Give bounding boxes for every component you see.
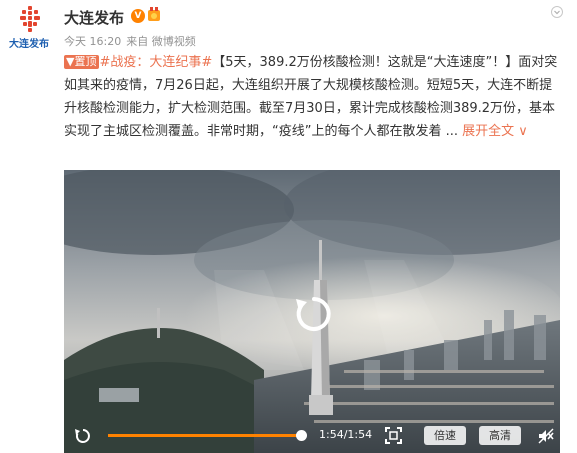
pinned-tag: ▼置顶 [64,55,100,69]
post-meta: 今天 16:20 来自 微博视频 [64,33,201,49]
video-controls: 1:54/1:54 倍速 高清 [64,419,560,453]
replay-big-icon[interactable] [293,293,335,335]
chevron-down-icon[interactable] [551,6,563,18]
post-time[interactable]: 今天 16:20 [64,35,121,48]
fullscreen-icon[interactable] [385,427,402,444]
progress-bar[interactable] [108,430,307,441]
progress-handle[interactable] [296,430,307,441]
mute-icon[interactable] [538,428,554,444]
pinned-label: 置顶 [74,55,97,68]
expand-label: 展开全文 [462,124,515,139]
avatar[interactable]: 大连发布 [7,6,51,50]
expand-link[interactable]: 展开全文 ∨ [462,124,528,139]
dalian-logo-mark-icon [20,6,40,32]
medal-badge-icon [148,7,160,21]
time-display: 1:54/1:54 [319,428,373,441]
account-name[interactable]: 大连发布 [64,7,124,28]
quality-button[interactable]: 高清 [479,426,521,445]
progress-fill [108,434,301,437]
replay-icon[interactable] [74,427,92,445]
avatar-logo-text: 大连发布 [9,39,49,50]
post-text: ▼置顶 #战疫：大连纪事#【5天，389.2万份核酸检测！这就是“大连速度”！】面… [64,51,564,143]
expand-chevron-icon: ∨ [518,124,528,139]
speed-button[interactable]: 倍速 [424,426,466,445]
post-source[interactable]: 来自 微博视频 [126,35,196,48]
video-player[interactable]: 1:54/1:54 倍速 高清 [64,170,560,453]
topic-link[interactable]: #战疫：大连纪事# [99,55,212,70]
verified-badge-icon: V [131,9,145,23]
